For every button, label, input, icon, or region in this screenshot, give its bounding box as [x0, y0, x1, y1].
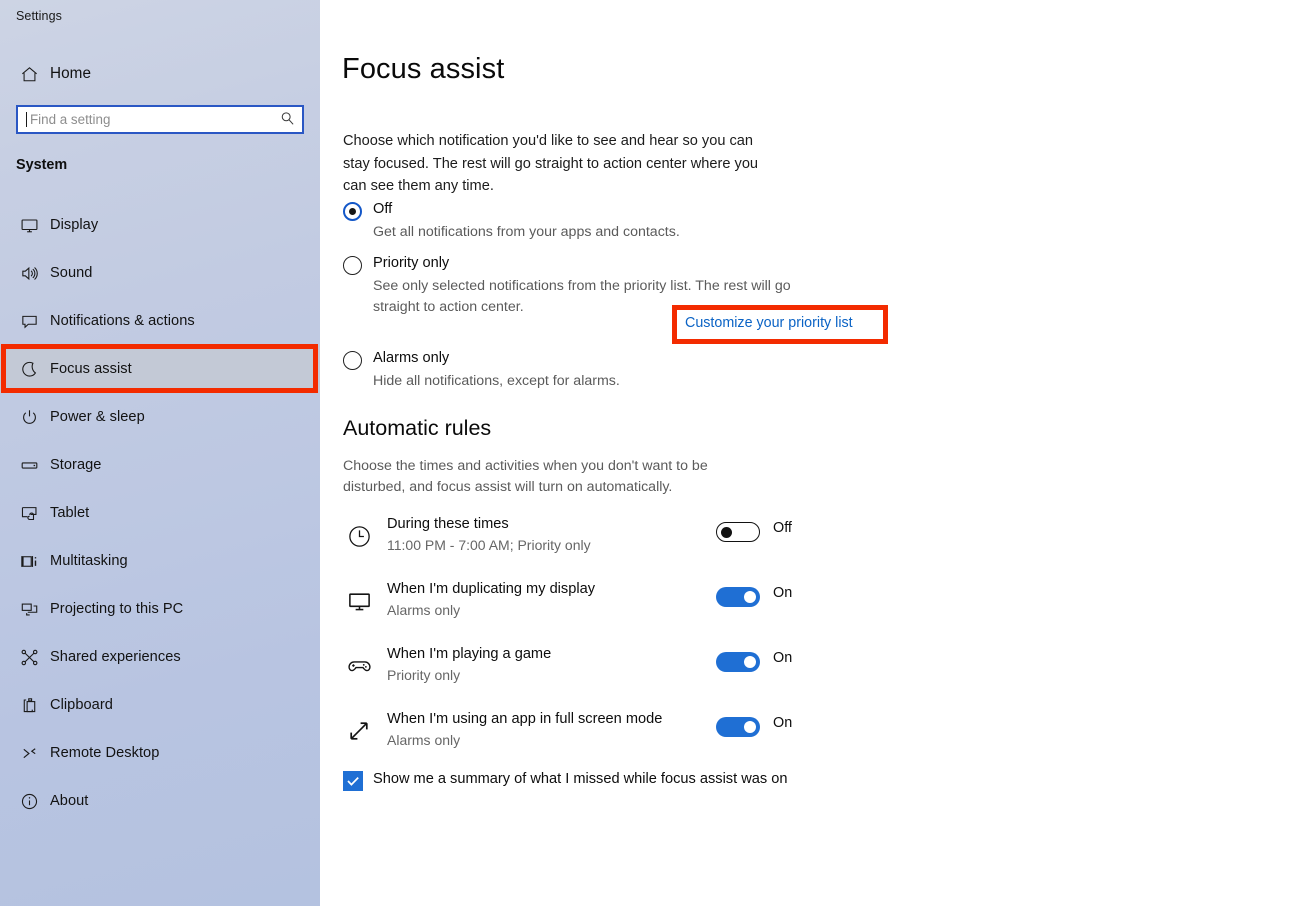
chat-icon: [8, 312, 50, 331]
sidebar-item-tablet[interactable]: Tablet: [0, 489, 320, 537]
sidebar: Settings Home System: [0, 0, 320, 906]
home-icon: [8, 65, 50, 84]
moon-icon: [8, 360, 50, 379]
rule-subtitle: Alarms only: [387, 602, 461, 618]
sidebar-item-label: Power & sleep: [50, 409, 145, 425]
sidebar-item-label: Clipboard: [50, 697, 113, 713]
sidebar-item-label: Projecting to this PC: [50, 601, 184, 617]
rule-subtitle: Priority only: [387, 667, 461, 683]
radio-description: See only selected notifications from the…: [373, 278, 791, 315]
rule-full-screen-app: When I'm using an app in full screen mod…: [343, 711, 813, 755]
rule-toggle[interactable]: [716, 587, 760, 607]
settings-window: Settings Home System: [0, 0, 1300, 906]
rule-title: When I'm playing a game: [387, 646, 552, 662]
rule-title: During these times: [387, 516, 509, 532]
radio-description: Hide all notifications, except for alarm…: [373, 373, 620, 389]
sidebar-item-multitasking[interactable]: Multitasking: [0, 537, 320, 585]
power-icon: [8, 408, 50, 427]
customize-priority-list-link[interactable]: Customize your priority list: [685, 315, 853, 331]
sidebar-item-projecting[interactable]: Projecting to this PC: [0, 585, 320, 633]
radio-label: Priority only: [373, 255, 450, 271]
sidebar-group-label: System: [16, 157, 68, 173]
sidebar-item-label: Notifications & actions: [50, 313, 195, 329]
rule-playing-game: When I'm playing a game Priority only On: [343, 646, 813, 690]
tablet-icon: [8, 504, 50, 523]
remote-icon: [8, 744, 50, 763]
share-icon: [8, 648, 50, 667]
sidebar-item-clipboard[interactable]: Clipboard: [0, 681, 320, 729]
search-icon[interactable]: [280, 111, 295, 131]
sidebar-item-label: Display: [50, 217, 99, 233]
rule-toggle-state: Off: [773, 520, 792, 536]
automatic-rules-description: Choose the times and activities when you…: [343, 458, 708, 495]
sidebar-item-label: Storage: [50, 457, 102, 473]
multitask-icon: [8, 552, 50, 571]
radio-label: Off: [373, 201, 393, 217]
rule-toggle[interactable]: [716, 522, 760, 542]
text-caret: [26, 112, 27, 127]
sidebar-item-shared-experiences[interactable]: Shared experiences: [0, 633, 320, 681]
sidebar-item-display[interactable]: Display: [0, 201, 320, 249]
rule-subtitle: Alarms only: [387, 732, 461, 748]
main-content: Focus assist Choose which notification y…: [320, 0, 1300, 906]
checkbox-checked[interactable]: [343, 771, 363, 791]
rule-title: When I'm using an app in full screen mod…: [387, 711, 663, 727]
sidebar-item-label: Focus assist: [50, 361, 132, 377]
radio-label: Alarms only: [373, 350, 450, 366]
speaker-icon: [8, 264, 50, 283]
fullscreen-arrows-icon: [343, 715, 375, 747]
monitor-icon: [8, 216, 50, 235]
clipboard-icon: [8, 696, 50, 715]
rule-duplicating-display: When I'm duplicating my display Alarms o…: [343, 581, 813, 625]
rule-toggle-state: On: [773, 650, 793, 666]
rule-toggle-state: On: [773, 585, 793, 601]
rule-toggle[interactable]: [716, 717, 760, 737]
sidebar-item-about[interactable]: About: [0, 777, 320, 825]
sidebar-item-label: Remote Desktop: [50, 745, 160, 761]
rule-toggle-state: On: [773, 715, 793, 731]
page-description: Choose which notification you'd like to …: [343, 133, 759, 194]
radio-unselected-icon[interactable]: [343, 351, 362, 370]
info-icon: [8, 792, 50, 811]
page-title: Focus assist: [342, 53, 505, 85]
sidebar-item-home[interactable]: Home: [0, 50, 320, 98]
rule-title: When I'm duplicating my display: [387, 581, 595, 597]
sidebar-item-storage[interactable]: Storage: [0, 441, 320, 489]
drive-icon: [8, 456, 50, 475]
rule-during-these-times: During these times 11:00 PM - 7:00 AM; P…: [343, 516, 813, 560]
clock-icon: [343, 520, 375, 552]
rule-toggle[interactable]: [716, 652, 760, 672]
checkmark-icon: [345, 773, 361, 794]
automatic-rules-title: Automatic rules: [343, 416, 492, 440]
project-icon: [8, 600, 50, 619]
radio-selected-icon[interactable]: [343, 202, 362, 221]
sidebar-item-notifications[interactable]: Notifications & actions: [0, 297, 320, 345]
radio-unselected-icon[interactable]: [343, 256, 362, 275]
search-input[interactable]: [30, 107, 278, 132]
radio-description: Get all notifications from your apps and…: [373, 224, 680, 240]
search-box[interactable]: [16, 105, 304, 134]
summary-label: Show me a summary of what I missed while…: [373, 771, 788, 787]
gamepad-icon: [343, 650, 375, 682]
sidebar-item-power-sleep[interactable]: Power & sleep: [0, 393, 320, 441]
sidebar-item-label: Home: [50, 65, 92, 82]
sidebar-item-focus-assist[interactable]: Focus assist: [0, 345, 320, 393]
sidebar-item-label: Tablet: [50, 505, 90, 521]
window-title: Settings: [16, 9, 62, 23]
sidebar-item-sound[interactable]: Sound: [0, 249, 320, 297]
rule-subtitle: 11:00 PM - 7:00 AM; Priority only: [387, 537, 591, 553]
monitor-icon: [343, 585, 375, 617]
sidebar-item-label: Sound: [50, 265, 93, 281]
sidebar-item-remote-desktop[interactable]: Remote Desktop: [0, 729, 320, 777]
sidebar-item-label: About: [50, 793, 89, 809]
sidebar-item-label: Multitasking: [50, 553, 128, 569]
sidebar-item-label: Shared experiences: [50, 649, 181, 665]
